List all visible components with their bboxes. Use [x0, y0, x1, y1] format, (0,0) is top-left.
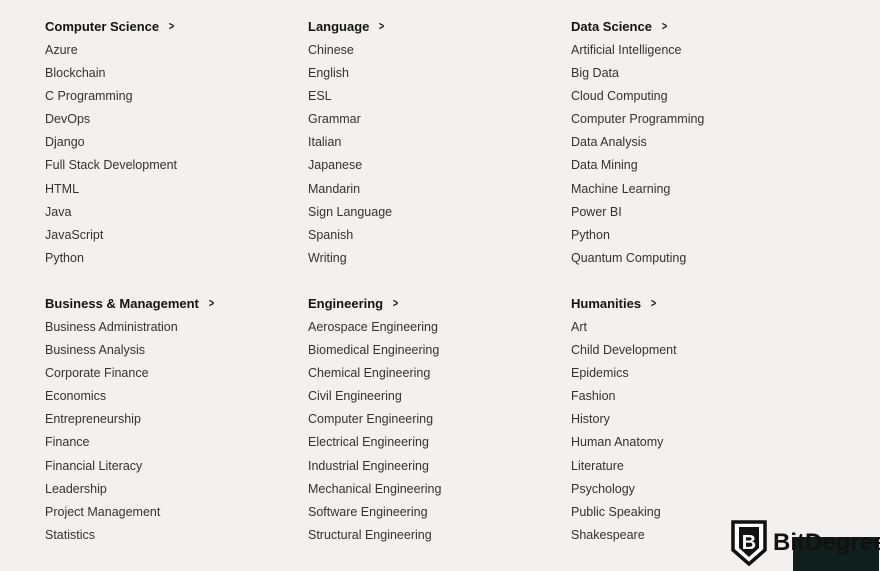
category-item-link[interactable]: Corporate Finance: [45, 362, 295, 385]
category-column: Computer Science > Azure Blockchain C Progra…: [45, 16, 295, 270]
category-item-link[interactable]: Project Management: [45, 501, 295, 524]
bitdegree-logo: B BitDegree: [731, 520, 880, 571]
svg-text:B: B: [742, 532, 756, 554]
category-item-link[interactable]: Quantum Computing: [571, 247, 821, 270]
category-item-link[interactable]: Structural Engineering: [308, 524, 558, 547]
category-heading-link[interactable]: Language >: [308, 16, 558, 36]
category-item-link[interactable]: Business Administration: [45, 316, 295, 339]
category-heading-text: Language: [308, 18, 370, 34]
category-item-link[interactable]: Economics: [45, 385, 295, 408]
chevron-right-icon: >: [208, 296, 215, 310]
category-column: Engineering > Aerospace Engineering Biomedi…: [308, 293, 558, 547]
category-item-link[interactable]: Business Analysis: [45, 339, 295, 362]
category-heading-text: Engineering: [308, 295, 384, 311]
category-heading-text: Computer Science: [45, 18, 160, 34]
category-column: Humanities > Art Child Development Epidemics…: [571, 293, 821, 547]
category-item-link[interactable]: C Programming: [45, 85, 295, 108]
category-item-link[interactable]: Finance: [45, 431, 295, 454]
category-item-link[interactable]: Django: [45, 131, 295, 154]
category-item-link[interactable]: HTML: [45, 178, 295, 201]
category-column: Language > Chinese English ESL Grammar Italian…: [308, 16, 558, 270]
category-heading-text: Business & Management: [45, 295, 199, 311]
category-item-link[interactable]: Data Analysis: [571, 131, 821, 154]
category-item-link[interactable]: Child Development: [571, 339, 821, 362]
category-item-link[interactable]: Mandarin: [308, 178, 558, 201]
category-item-link[interactable]: Computer Programming: [571, 108, 821, 131]
category-item-link[interactable]: Power BI: [571, 201, 821, 224]
category-item-link[interactable]: Full Stack Development: [45, 154, 295, 177]
category-item-link[interactable]: Writing: [308, 247, 558, 270]
category-heading-link[interactable]: Business & Management >: [45, 293, 295, 313]
category-item-link[interactable]: English: [308, 62, 558, 85]
category-heading-text: Data Science: [571, 18, 652, 34]
category-item-link[interactable]: Fashion: [571, 385, 821, 408]
chevron-right-icon: >: [379, 19, 385, 33]
category-item-link[interactable]: Spanish: [308, 224, 558, 247]
category-item-link[interactable]: Blockchain: [45, 62, 295, 85]
category-column: Data Science > Artificial Intelligence Big …: [571, 16, 821, 270]
category-item-link[interactable]: Cloud Computing: [571, 85, 821, 108]
category-item-link[interactable]: Azure: [45, 39, 295, 62]
category-item-link[interactable]: History: [571, 408, 821, 431]
category-item-link[interactable]: Financial Literacy: [45, 455, 295, 478]
category-item-link[interactable]: Epidemics: [571, 362, 821, 385]
category-item-link[interactable]: Aerospace Engineering: [308, 316, 558, 339]
category-item-link[interactable]: Java: [45, 201, 295, 224]
category-item-link[interactable]: Computer Engineering: [308, 408, 558, 431]
category-item-link[interactable]: Grammar: [308, 108, 558, 131]
chevron-right-icon: >: [393, 296, 399, 310]
category-column: Business & Management > Business Administr…: [45, 293, 295, 547]
logo-text: BitDegree: [773, 529, 880, 556]
category-item-link[interactable]: Leadership: [45, 478, 295, 501]
category-item-link[interactable]: DevOps: [45, 108, 295, 131]
category-heading-link[interactable]: Humanities >: [571, 293, 821, 313]
category-item-link[interactable]: Python: [45, 247, 295, 270]
category-item-link[interactable]: Italian: [308, 131, 558, 154]
category-item-link[interactable]: Literature: [571, 455, 821, 478]
chevron-right-icon: >: [169, 19, 175, 33]
category-item-link[interactable]: Chemical Engineering: [308, 362, 558, 385]
category-item-link[interactable]: Psychology: [571, 478, 821, 501]
chevron-right-icon: >: [661, 19, 668, 33]
category-item-link[interactable]: Human Anatomy: [571, 431, 821, 454]
category-item-link[interactable]: Chinese: [308, 39, 558, 62]
category-item-link[interactable]: Art: [571, 316, 821, 339]
category-heading-link[interactable]: Data Science >: [571, 16, 821, 36]
category-item-link[interactable]: Mechanical Engineering: [308, 478, 558, 501]
category-item-link[interactable]: Electrical Engineering: [308, 431, 558, 454]
category-item-link[interactable]: Data Mining: [571, 154, 821, 177]
category-item-link[interactable]: Software Engineering: [308, 501, 558, 524]
bitdegree-shield-icon: B: [731, 520, 767, 566]
category-item-link[interactable]: Japanese: [308, 154, 558, 177]
category-item-link[interactable]: Biomedical Engineering: [308, 339, 558, 362]
category-heading-link[interactable]: Computer Science >: [45, 16, 295, 36]
category-item-link[interactable]: Industrial Engineering: [308, 455, 558, 478]
category-item-link[interactable]: Statistics: [45, 524, 295, 547]
category-item-link[interactable]: Python: [571, 224, 821, 247]
category-item-link[interactable]: ESL: [308, 85, 558, 108]
category-item-link[interactable]: Artificial Intelligence: [571, 39, 821, 62]
category-heading-text: Humanities: [571, 295, 642, 311]
category-heading-link[interactable]: Engineering >: [308, 293, 558, 313]
category-item-link[interactable]: Sign Language: [308, 201, 558, 224]
category-item-link[interactable]: Machine Learning: [571, 178, 821, 201]
category-item-link[interactable]: Big Data: [571, 62, 821, 85]
chevron-right-icon: >: [650, 296, 657, 310]
category-item-link[interactable]: Entrepreneurship: [45, 408, 295, 431]
category-item-link[interactable]: Civil Engineering: [308, 385, 558, 408]
category-item-link[interactable]: JavaScript: [45, 224, 295, 247]
